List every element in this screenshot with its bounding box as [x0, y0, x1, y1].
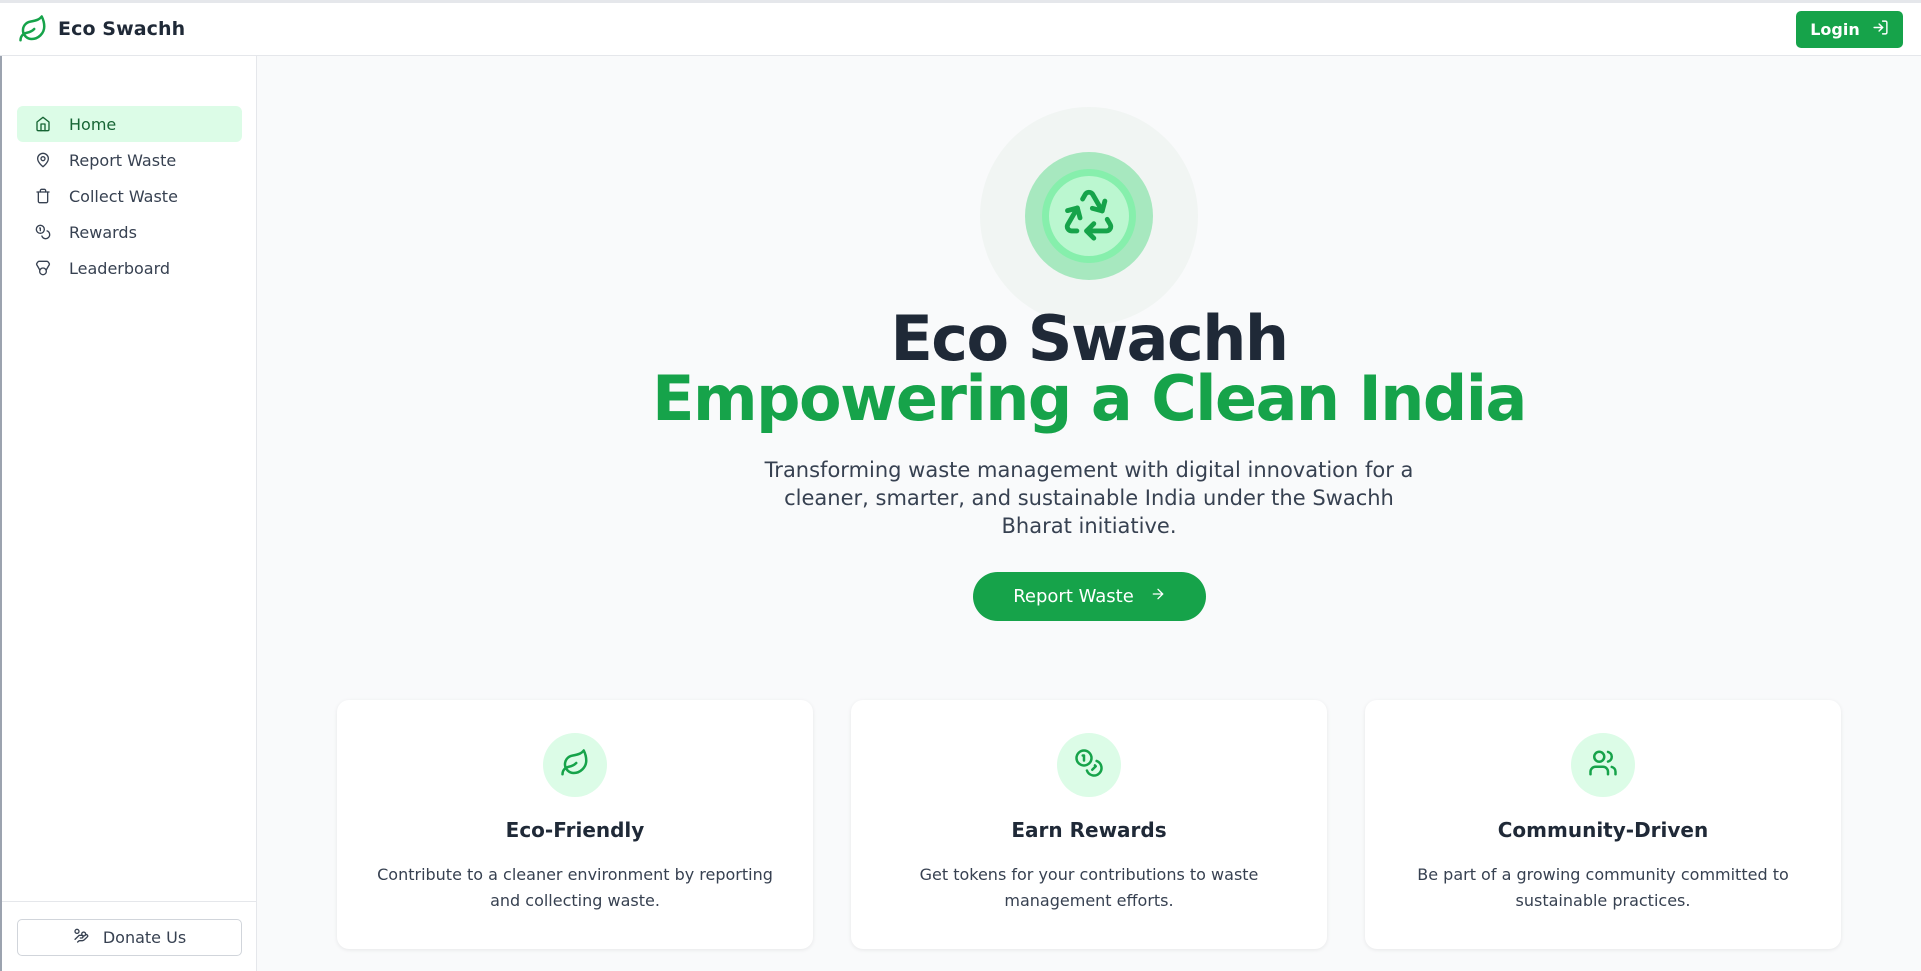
sidebar-item-collect-waste[interactable]: Collect Waste [17, 178, 242, 214]
sidebar: Home Report Waste Collect Waste Rewards … [0, 56, 257, 971]
map-pin-icon [35, 152, 51, 168]
app-name: Eco Swachh [58, 18, 186, 40]
feature-card-earn-rewards: Earn Rewards Get tokens for your contrib… [851, 700, 1327, 949]
report-waste-button[interactable]: Report Waste [973, 572, 1206, 621]
log-in-icon [1872, 19, 1889, 40]
feature-badge [1057, 733, 1121, 797]
sidebar-item-rewards[interactable]: Rewards [17, 214, 242, 250]
feature-title: Eco-Friendly [505, 818, 645, 842]
feature-description: Contribute to a cleaner environment by r… [377, 865, 773, 910]
feature-title: Earn Rewards [1011, 818, 1167, 842]
sidebar-item-label: Collect Waste [69, 186, 178, 206]
sidebar-item-label: Home [69, 114, 117, 134]
cta-label: Report Waste [1013, 586, 1134, 607]
hero-description: Transforming waste management with digit… [764, 458, 1414, 538]
login-button[interactable]: Login [1796, 11, 1903, 48]
users-icon [1588, 748, 1618, 782]
donate-button[interactable]: Donate Us [17, 919, 242, 956]
sidebar-item-label: Leaderboard [69, 258, 171, 278]
sidebar-footer: Donate Us [2, 901, 257, 971]
coins-icon [35, 224, 51, 240]
feature-title: Community-Driven [1497, 818, 1709, 842]
trash-icon [35, 188, 51, 204]
sidebar-item-leaderboard[interactable]: Leaderboard [17, 250, 242, 286]
sidebar-item-label: Rewards [69, 222, 137, 242]
sidebar-nav: Home Report Waste Collect Waste Rewards … [17, 106, 242, 286]
home-icon [35, 116, 51, 132]
feature-card-eco-friendly: Eco-Friendly Contribute to a cleaner env… [337, 700, 813, 949]
sidebar-item-report-waste[interactable]: Report Waste [17, 142, 242, 178]
feature-description: Get tokens for your contributions to was… [919, 865, 1259, 910]
medal-icon [35, 260, 51, 276]
sidebar-item-home[interactable]: Home [17, 106, 242, 142]
arrow-right-icon [1150, 586, 1166, 607]
feature-badge [1571, 733, 1635, 797]
login-label: Login [1810, 20, 1860, 39]
hero-subtitle: Empowering a Clean India [652, 362, 1527, 435]
hero-icon-inner [1049, 176, 1129, 256]
sidebar-item-label: Report Waste [69, 150, 177, 170]
top-bar: Eco Swachh Login [0, 0, 1921, 56]
feature-badge [543, 733, 607, 797]
main-content: Eco Swachh Empowering a Clean India Tran… [257, 56, 1921, 971]
feature-description: Be part of a growing community committed… [1417, 865, 1789, 910]
recycle-icon [1060, 185, 1118, 247]
leaf-icon [18, 14, 48, 44]
donate-label: Donate Us [102, 928, 187, 947]
coins-icon [1074, 748, 1104, 782]
feature-card-community-driven: Community-Driven Be part of a growing co… [1365, 700, 1841, 949]
leaf-icon [560, 748, 590, 782]
hand-coins-icon [73, 928, 89, 948]
brand[interactable]: Eco Swachh [18, 14, 185, 44]
